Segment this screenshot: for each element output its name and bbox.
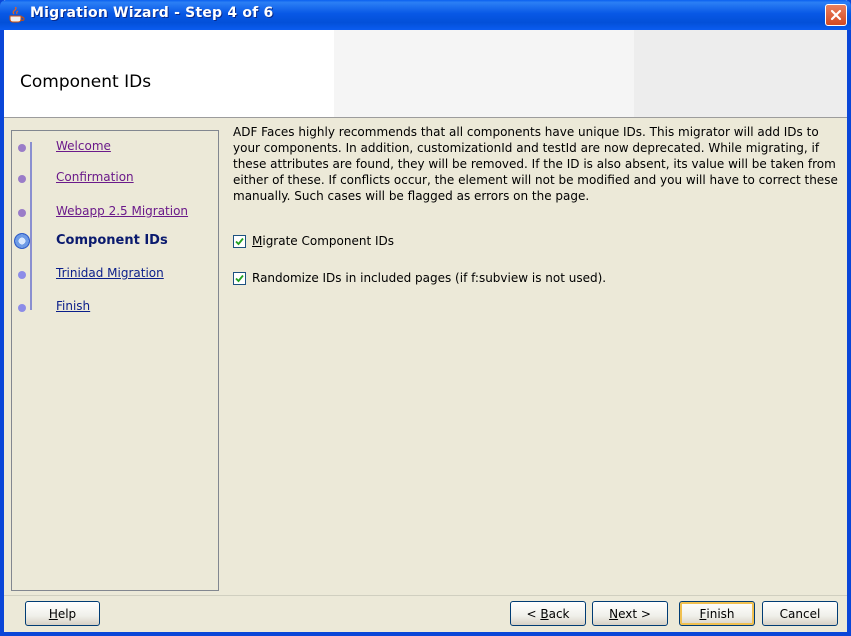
steps-connector-line (30, 142, 32, 310)
window-title: Migration Wizard - Step 4 of 6 (30, 5, 274, 21)
header-banner (334, 30, 634, 118)
step-content: ADF Faces highly recommends that all com… (233, 124, 838, 204)
migrate-component-ids-checkbox[interactable] (233, 234, 246, 248)
step-webapp-migration[interactable]: Webapp 2.5 Migration (56, 204, 188, 218)
close-button[interactable] (825, 4, 847, 26)
header-divider (4, 117, 847, 118)
title-bar[interactable]: Migration Wizard - Step 4 of 6 (0, 0, 851, 30)
footer-divider (4, 595, 847, 596)
checkmark-icon (235, 237, 244, 245)
randomize-ids-checkbox[interactable] (233, 271, 246, 285)
step-welcome[interactable]: Welcome (56, 139, 111, 153)
step-finish[interactable]: Finish (56, 299, 90, 313)
checkmark-icon (235, 274, 244, 282)
header-banner-right (634, 30, 847, 118)
randomize-ids-option[interactable]: Randomize IDs in included pages (if f:su… (233, 271, 606, 285)
step-component-ids: Component IDs (56, 233, 168, 248)
step-description: ADF Faces highly recommends that all com… (233, 125, 838, 203)
next-button[interactable]: Next > (592, 601, 668, 626)
help-button[interactable]: Help (25, 601, 100, 626)
step-dot-webapp-icon (18, 209, 26, 217)
step-dot-welcome-icon (18, 144, 26, 152)
step-dot-trinidad-icon (18, 271, 26, 279)
wizard-steps-panel (11, 130, 219, 591)
wizard-header: Component IDs (4, 30, 847, 118)
cancel-button[interactable]: Cancel (762, 601, 838, 626)
wizard-window: Migration Wizard - Step 4 of 6 Component… (0, 0, 851, 636)
migrate-component-ids-option[interactable]: Migrate Component IDs (233, 234, 394, 248)
step-trinidad-migration[interactable]: Trinidad Migration (56, 266, 164, 280)
migrate-component-ids-label: Migrate Component IDs (252, 234, 395, 248)
finish-button[interactable]: Finish (679, 601, 755, 626)
step-confirmation[interactable]: Confirmation (56, 170, 134, 184)
back-button[interactable]: < Back (510, 601, 586, 626)
close-icon (830, 9, 842, 21)
step-dot-confirmation-icon (18, 175, 26, 183)
step-dot-finish-icon (18, 304, 26, 312)
java-cup-icon (9, 7, 25, 23)
page-title: Component IDs (20, 72, 152, 92)
step-current-indicator-icon (14, 233, 30, 249)
header-title-area: Component IDs (4, 30, 334, 118)
randomize-ids-label: Randomize IDs in included pages (if f:su… (252, 271, 607, 285)
